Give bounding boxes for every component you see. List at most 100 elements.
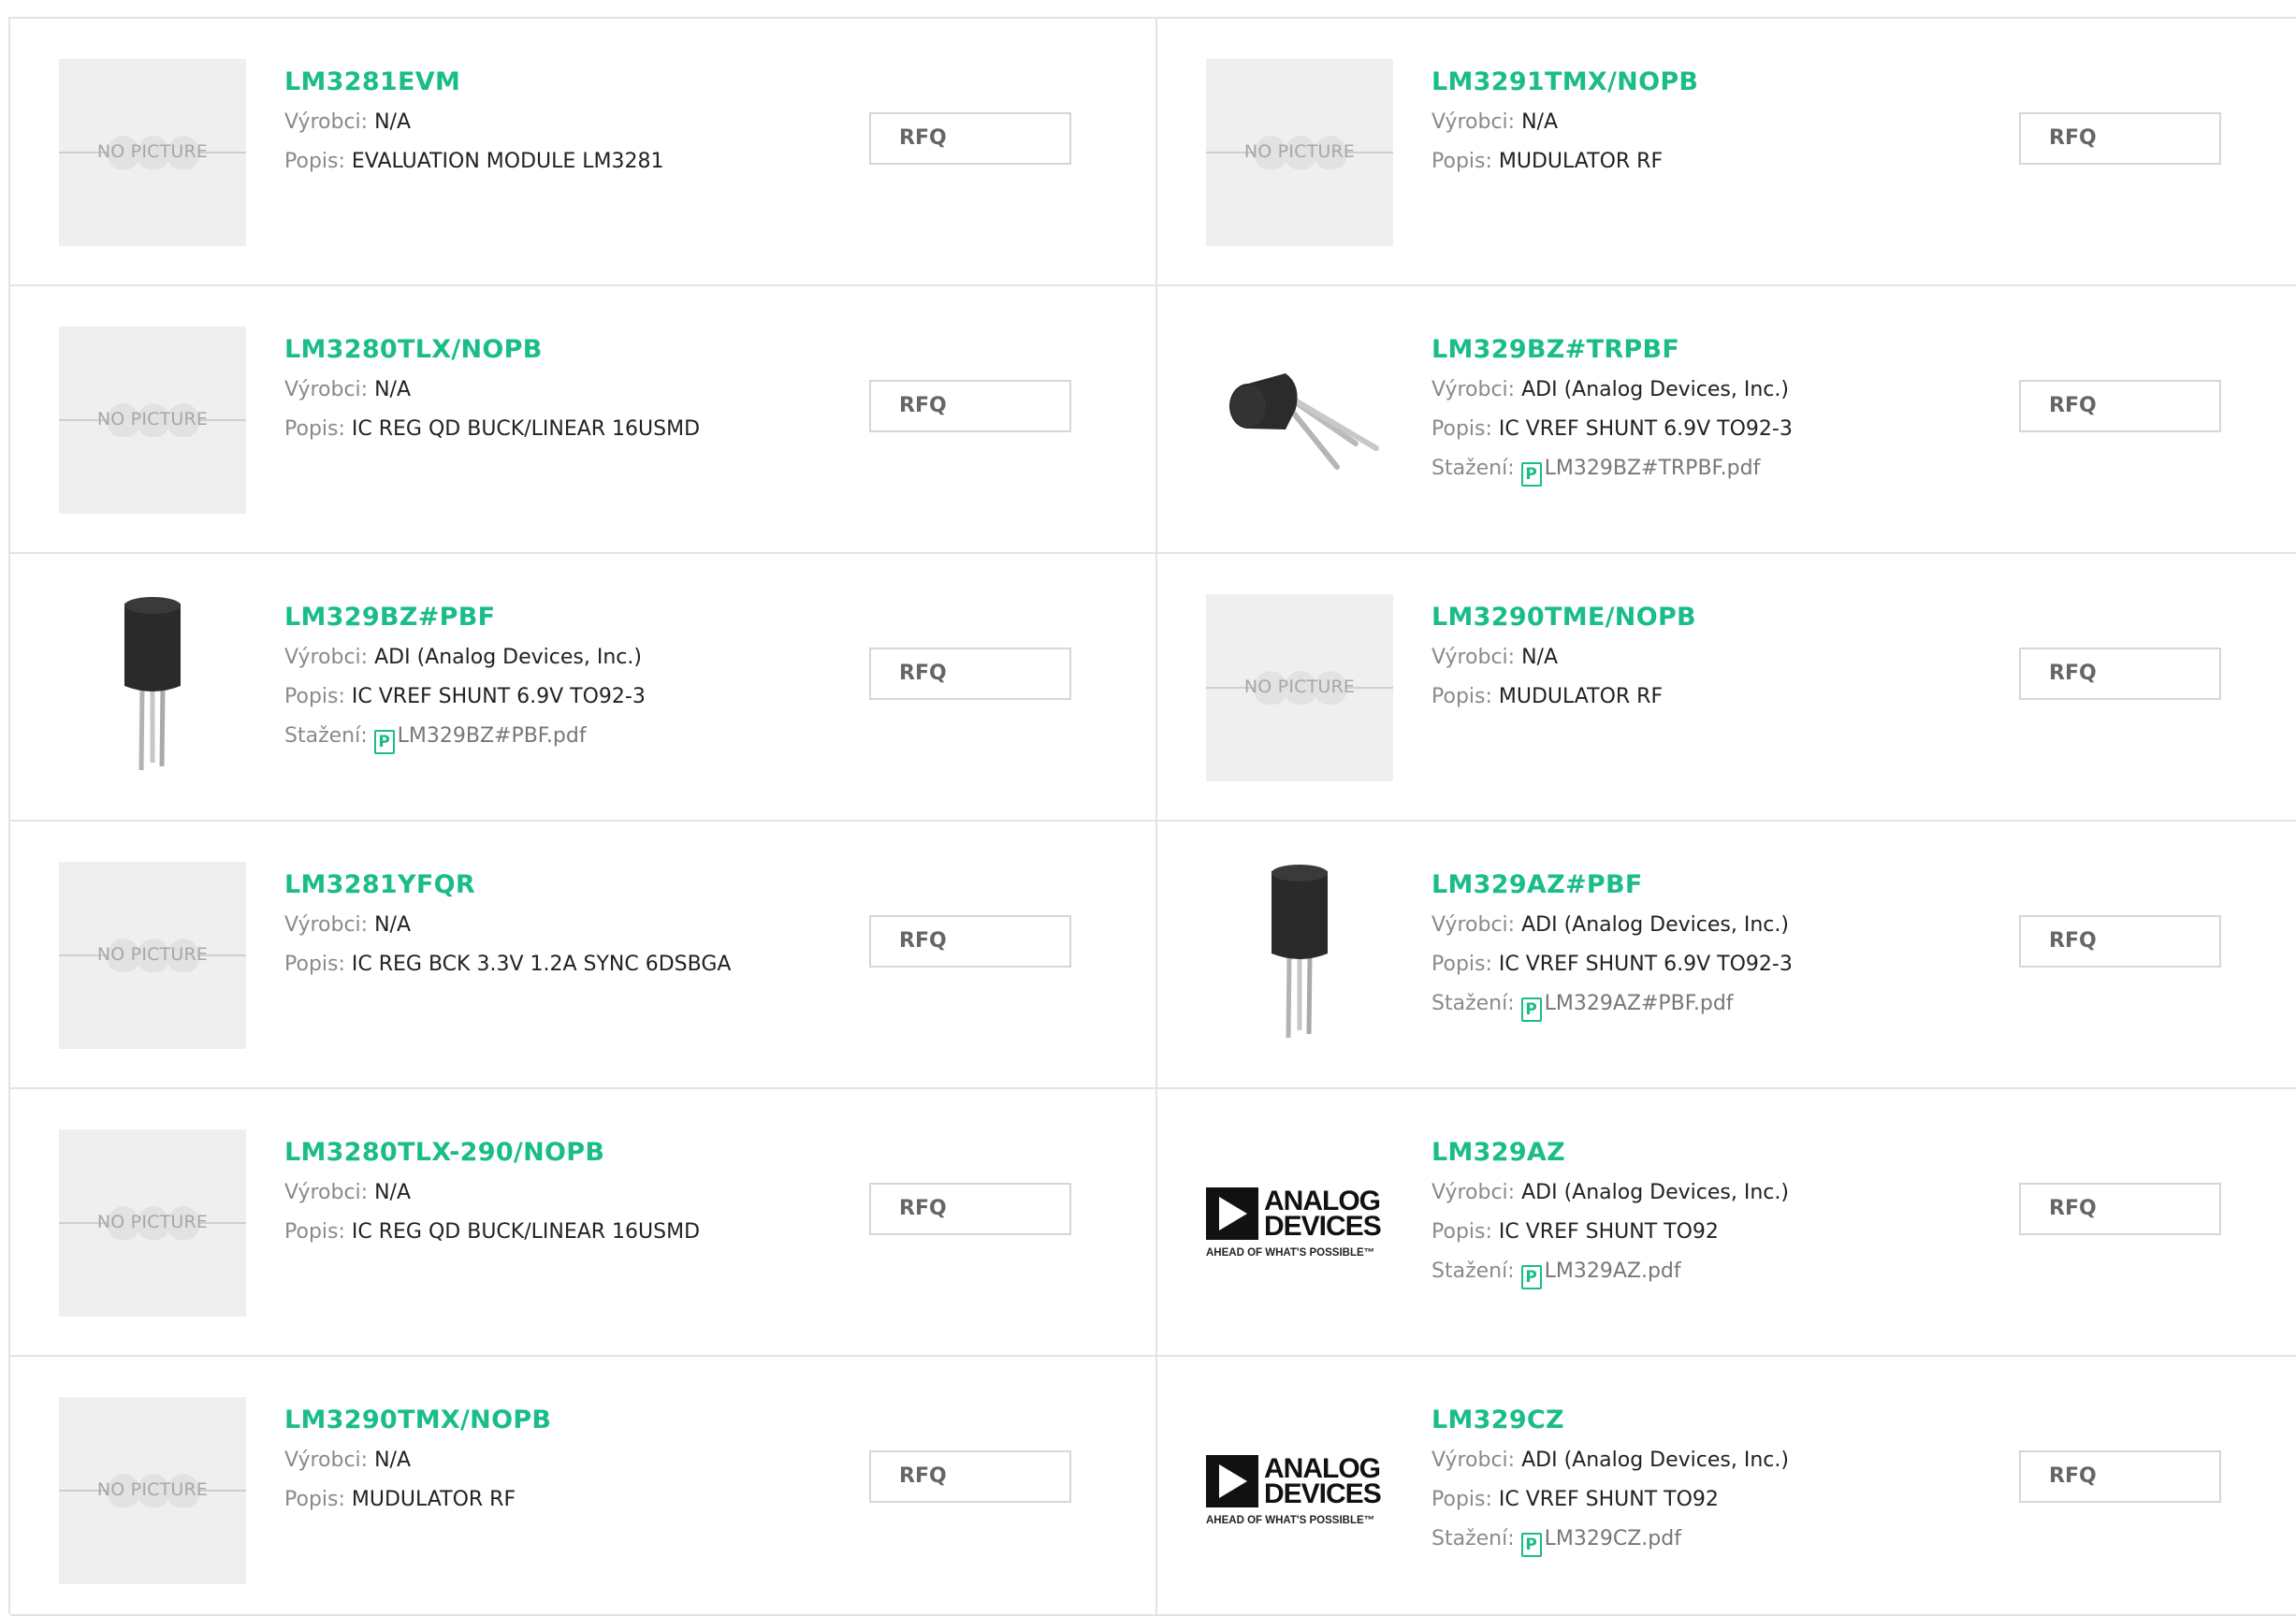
description-label: Popis: bbox=[284, 1488, 345, 1511]
product-thumbnail[interactable] bbox=[59, 594, 246, 781]
manufacturer-label: Výrobci: bbox=[284, 1181, 369, 1204]
manufacturer-label: Výrobci: bbox=[1431, 1181, 1516, 1204]
manufacturer-label: Výrobci: bbox=[1431, 110, 1516, 134]
product-thumbnail[interactable] bbox=[1206, 327, 1393, 514]
manufacturer-label: Výrobci: bbox=[284, 378, 369, 401]
rfq-button[interactable]: RFQ bbox=[2019, 648, 2221, 700]
manufacturer-value: ADI (Analog Devices, Inc.) bbox=[1521, 913, 1789, 937]
rfq-button[interactable]: RFQ bbox=[869, 648, 1071, 700]
rfq-button[interactable]: RFQ bbox=[2019, 1450, 2221, 1503]
adi-triangle-icon bbox=[1206, 1187, 1258, 1240]
product-photo bbox=[59, 594, 246, 781]
description-label: Popis: bbox=[1431, 417, 1492, 441]
rfq-button[interactable]: RFQ bbox=[869, 1183, 1071, 1235]
pdf-icon[interactable]: P bbox=[1520, 1265, 1542, 1289]
description-value: IC VREF SHUNT 6.9V TO92-3 bbox=[1498, 417, 1793, 441]
product-thumbnail[interactable]: NO PICTURE bbox=[59, 1397, 246, 1584]
part-number-link[interactable]: LM329BZ#TRPBF bbox=[1431, 335, 1679, 371]
description-value: MUDULATOR RF bbox=[1498, 150, 1664, 173]
part-number-link[interactable]: LM3290TMX/NOPB bbox=[284, 1405, 551, 1441]
manufacturer-label: Výrobci: bbox=[284, 1449, 369, 1472]
product-thumbnail[interactable] bbox=[1206, 862, 1393, 1049]
rfq-button[interactable]: RFQ bbox=[869, 380, 1071, 432]
product-card: LM329BZ#TRPBF Výrobci: ADI (Analog Device… bbox=[1157, 286, 2296, 554]
logo-line-2: DEVICES bbox=[1264, 1478, 1382, 1509]
manufacturer-label: Výrobci: bbox=[1431, 913, 1516, 937]
part-number-link[interactable]: LM3281EVM bbox=[284, 67, 460, 103]
datasheet-link[interactable]: LM329CZ.pdf bbox=[1545, 1527, 1681, 1550]
description-value: IC REG QD BUCK/LINEAR 16USMD bbox=[351, 1220, 701, 1244]
part-number-link[interactable]: LM3281YFQR bbox=[284, 870, 475, 906]
download-label: Stažení: bbox=[1431, 1259, 1515, 1283]
datasheet-link[interactable]: LM329AZ.pdf bbox=[1545, 1259, 1681, 1283]
manufacturer-label: Výrobci: bbox=[284, 913, 369, 937]
rfq-button[interactable]: RFQ bbox=[2019, 380, 2221, 432]
no-picture-placeholder: NO PICTURE bbox=[59, 1129, 246, 1317]
part-number-link[interactable]: LM329AZ bbox=[1431, 1138, 1565, 1173]
manufacturer-value: N/A bbox=[374, 1181, 412, 1204]
manufacturer-value: N/A bbox=[374, 110, 412, 134]
no-picture-text: NO PICTURE bbox=[1243, 677, 1356, 697]
product-thumbnail[interactable]: NO PICTURE bbox=[1206, 594, 1393, 781]
part-number-link[interactable]: LM3290TME/NOPB bbox=[1431, 603, 1696, 638]
product-card: LM329AZ#PBF Výrobci: ADI (Analog Devices,… bbox=[1157, 822, 2296, 1089]
rfq-button[interactable]: RFQ bbox=[869, 1450, 1071, 1503]
product-card: NO PICTURE LM3290TMX/NOPB Výrobci: N/A Popi… bbox=[10, 1357, 1157, 1616]
download-label: Stažení: bbox=[1431, 992, 1515, 1015]
analog-devices-logo: ANALOG DEVICES AHEAD OF WHAT'S POSSIBLE™ bbox=[1206, 1455, 1393, 1526]
rfq-button[interactable]: RFQ bbox=[2019, 1183, 2221, 1235]
product-photo bbox=[1206, 862, 1393, 1049]
description-value: IC VREF SHUNT TO92 bbox=[1498, 1488, 1719, 1511]
datasheet-link[interactable]: LM329BZ#TRPBF.pdf bbox=[1545, 457, 1761, 480]
manufacturer-value: N/A bbox=[374, 1449, 412, 1472]
part-number-link[interactable]: LM3280TLX/NOPB bbox=[284, 335, 543, 371]
download-row: Stažení: P LM329CZ.pdf bbox=[1431, 1520, 2158, 1559]
pdf-icon[interactable]: P bbox=[373, 730, 395, 754]
product-thumbnail[interactable]: NO PICTURE bbox=[1206, 59, 1393, 246]
no-picture-placeholder: NO PICTURE bbox=[59, 327, 246, 514]
product-thumbnail[interactable]: NO PICTURE bbox=[59, 1129, 246, 1317]
description-label: Popis: bbox=[1431, 685, 1492, 708]
product-card: NO PICTURE LM3291TMX/NOPB Výrobci: N/A Popi… bbox=[1157, 19, 2296, 286]
logo-tagline: AHEAD OF WHAT'S POSSIBLE™ bbox=[1206, 1515, 1375, 1526]
download-row: Stažení: P LM329AZ.pdf bbox=[1431, 1252, 2158, 1291]
product-card: NO PICTURE LM3280TLX/NOPB Výrobci: N/A Popi… bbox=[10, 286, 1157, 554]
rfq-button[interactable]: RFQ bbox=[869, 915, 1071, 968]
rfq-button[interactable]: RFQ bbox=[2019, 915, 2221, 968]
datasheet-link[interactable]: LM329BZ#PBF.pdf bbox=[398, 724, 587, 748]
description-value: EVALUATION MODULE LM3281 bbox=[351, 150, 664, 173]
description-label: Popis: bbox=[1431, 150, 1492, 173]
part-number-link[interactable]: LM329BZ#PBF bbox=[284, 603, 495, 638]
part-number-link[interactable]: LM329CZ bbox=[1431, 1405, 1564, 1441]
description-value: MUDULATOR RF bbox=[351, 1488, 516, 1511]
product-thumbnail[interactable]: ANALOG DEVICES AHEAD OF WHAT'S POSSIBLE™ bbox=[1206, 1129, 1393, 1317]
manufacturer-value: ADI (Analog Devices, Inc.) bbox=[374, 646, 642, 669]
part-number-link[interactable]: LM3291TMX/NOPB bbox=[1431, 67, 1698, 103]
manufacturer-label: Výrobci: bbox=[284, 646, 369, 669]
manufacturer-label: Výrobci: bbox=[1431, 1449, 1516, 1472]
manufacturer-label: Výrobci: bbox=[284, 110, 369, 134]
description-label: Popis: bbox=[1431, 1220, 1492, 1244]
product-thumbnail[interactable]: NO PICTURE bbox=[59, 862, 246, 1049]
logo-tagline: AHEAD OF WHAT'S POSSIBLE™ bbox=[1206, 1247, 1375, 1259]
part-number-link[interactable]: LM3280TLX-290/NOPB bbox=[284, 1138, 604, 1173]
datasheet-link[interactable]: LM329AZ#PBF.pdf bbox=[1545, 992, 1734, 1015]
product-thumbnail[interactable]: NO PICTURE bbox=[59, 59, 246, 246]
rfq-button[interactable]: RFQ bbox=[2019, 112, 2221, 165]
product-card: ANALOG DEVICES AHEAD OF WHAT'S POSSIBLE™ LM… bbox=[1157, 1089, 2296, 1357]
manufacturer-label: Výrobci: bbox=[1431, 646, 1516, 669]
manufacturer-label: Výrobci: bbox=[1431, 378, 1516, 401]
pdf-icon[interactable]: P bbox=[1520, 1533, 1542, 1557]
rfq-button[interactable]: RFQ bbox=[869, 112, 1071, 165]
download-label: Stažení: bbox=[284, 724, 368, 748]
product-thumbnail[interactable]: NO PICTURE bbox=[59, 327, 246, 514]
pdf-icon[interactable]: P bbox=[1520, 462, 1542, 487]
no-picture-text: NO PICTURE bbox=[96, 1479, 209, 1500]
product-grid: NO PICTURE LM3281EVM Výrobci: N/A Popis: EV… bbox=[8, 17, 2296, 1616]
no-picture-text: NO PICTURE bbox=[1243, 141, 1356, 162]
product-thumbnail[interactable]: ANALOG DEVICES AHEAD OF WHAT'S POSSIBLE™ bbox=[1206, 1397, 1393, 1584]
pdf-icon[interactable]: P bbox=[1520, 997, 1542, 1022]
part-number-link[interactable]: LM329AZ#PBF bbox=[1431, 870, 1643, 906]
product-card: NO PICTURE LM3281YFQR Výrobci: N/A Popis: I… bbox=[10, 822, 1157, 1089]
description-label: Popis: bbox=[284, 417, 345, 441]
